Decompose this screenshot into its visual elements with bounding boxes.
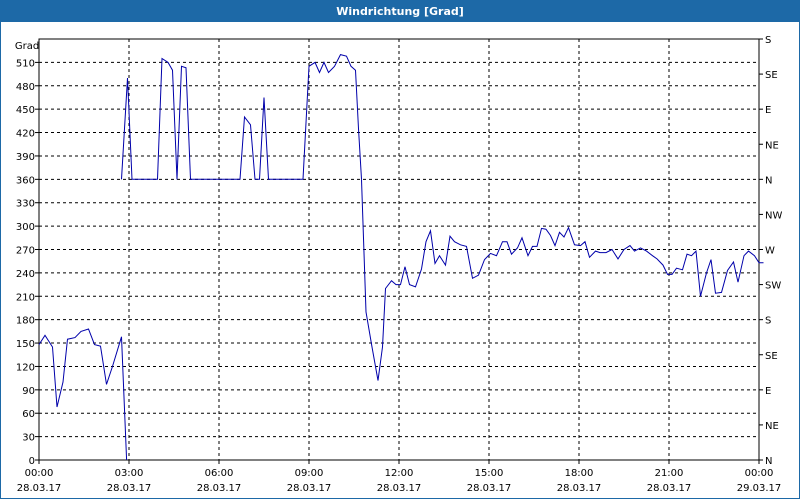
y-tick-label: 60	[22, 409, 35, 420]
y-tick-label: 30	[22, 433, 35, 444]
series-line	[361, 179, 764, 381]
chart-window: Windrichtung [Grad] 0 30 60 90 120 150 180 210 2…	[0, 0, 800, 500]
right-tick-label: E	[765, 386, 771, 397]
y-axis-label: Grad	[15, 41, 39, 52]
x-tick-time: 03:00	[115, 468, 144, 479]
right-tick-label: S	[765, 316, 771, 327]
series-line	[121, 54, 362, 180]
y-tick-label: 450	[16, 105, 35, 116]
x-tick-time: 18:00	[565, 468, 594, 479]
window-title: Windrichtung [Grad]	[0, 0, 800, 22]
right-tick-label: SW	[765, 281, 781, 292]
y-tick-label: 90	[22, 386, 35, 397]
wind-direction-chart: 0 30 60 90 120 150 180 210 240 270 300 330 360 390 420…	[15, 35, 783, 494]
x-tick-date: 28.03.17	[467, 483, 512, 494]
x-tick-time: 00:00	[25, 468, 54, 479]
right-tick-label: NE	[765, 140, 779, 151]
x-tick-date: 28.03.17	[287, 483, 332, 494]
x-tick-time: 00:00	[745, 468, 774, 479]
y-tick-label: 0	[29, 456, 35, 467]
y-tick-label: 360	[16, 175, 35, 186]
x-tick-date: 28.03.17	[557, 483, 602, 494]
chart-frame: 0 30 60 90 120 150 180 210 240 270 300 330 360 390 420…	[0, 22, 800, 499]
x-tick-date: 28.03.17	[17, 483, 62, 494]
y-tick-label: 420	[16, 129, 35, 140]
y-tick-label: 330	[16, 199, 35, 210]
x-tick-date: 28.03.17	[377, 483, 422, 494]
x-tick-date: 28.03.17	[107, 483, 152, 494]
y-tick-label: 150	[16, 339, 35, 350]
right-tick-label: S	[765, 35, 771, 46]
y-tick-label: 300	[16, 222, 35, 233]
x-tick-time: 15:00	[475, 468, 504, 479]
y-tick-label: 240	[16, 269, 35, 280]
y-tick-label: 120	[16, 362, 35, 373]
x-tick-time: 06:00	[205, 468, 234, 479]
right-tick-label: W	[765, 246, 775, 257]
x-tick-date: 28.03.17	[647, 483, 692, 494]
right-tick-label: NE	[765, 421, 779, 432]
y-tick-label: 210	[16, 292, 35, 303]
x-tick-time: 09:00	[295, 468, 324, 479]
right-tick-label: N	[765, 456, 772, 467]
y-tick-label: 180	[16, 316, 35, 327]
right-tick-label: E	[765, 105, 771, 116]
x-tick-date: 28.03.17	[197, 483, 242, 494]
y-tick-label: 390	[16, 152, 35, 163]
y-tick-label: 510	[16, 58, 35, 69]
right-tick-label: NW	[765, 210, 782, 221]
x-tick-date: 29.03.17	[737, 483, 782, 494]
right-tick-label: N	[765, 175, 772, 186]
right-tick-label: SE	[765, 70, 778, 81]
y-tick-label: 480	[16, 82, 35, 93]
x-tick-time: 21:00	[655, 468, 684, 479]
series-line	[38, 328, 128, 461]
right-tick-label: SE	[765, 351, 778, 362]
x-tick-time: 12:00	[385, 468, 414, 479]
y-tick-label: 270	[16, 246, 35, 257]
